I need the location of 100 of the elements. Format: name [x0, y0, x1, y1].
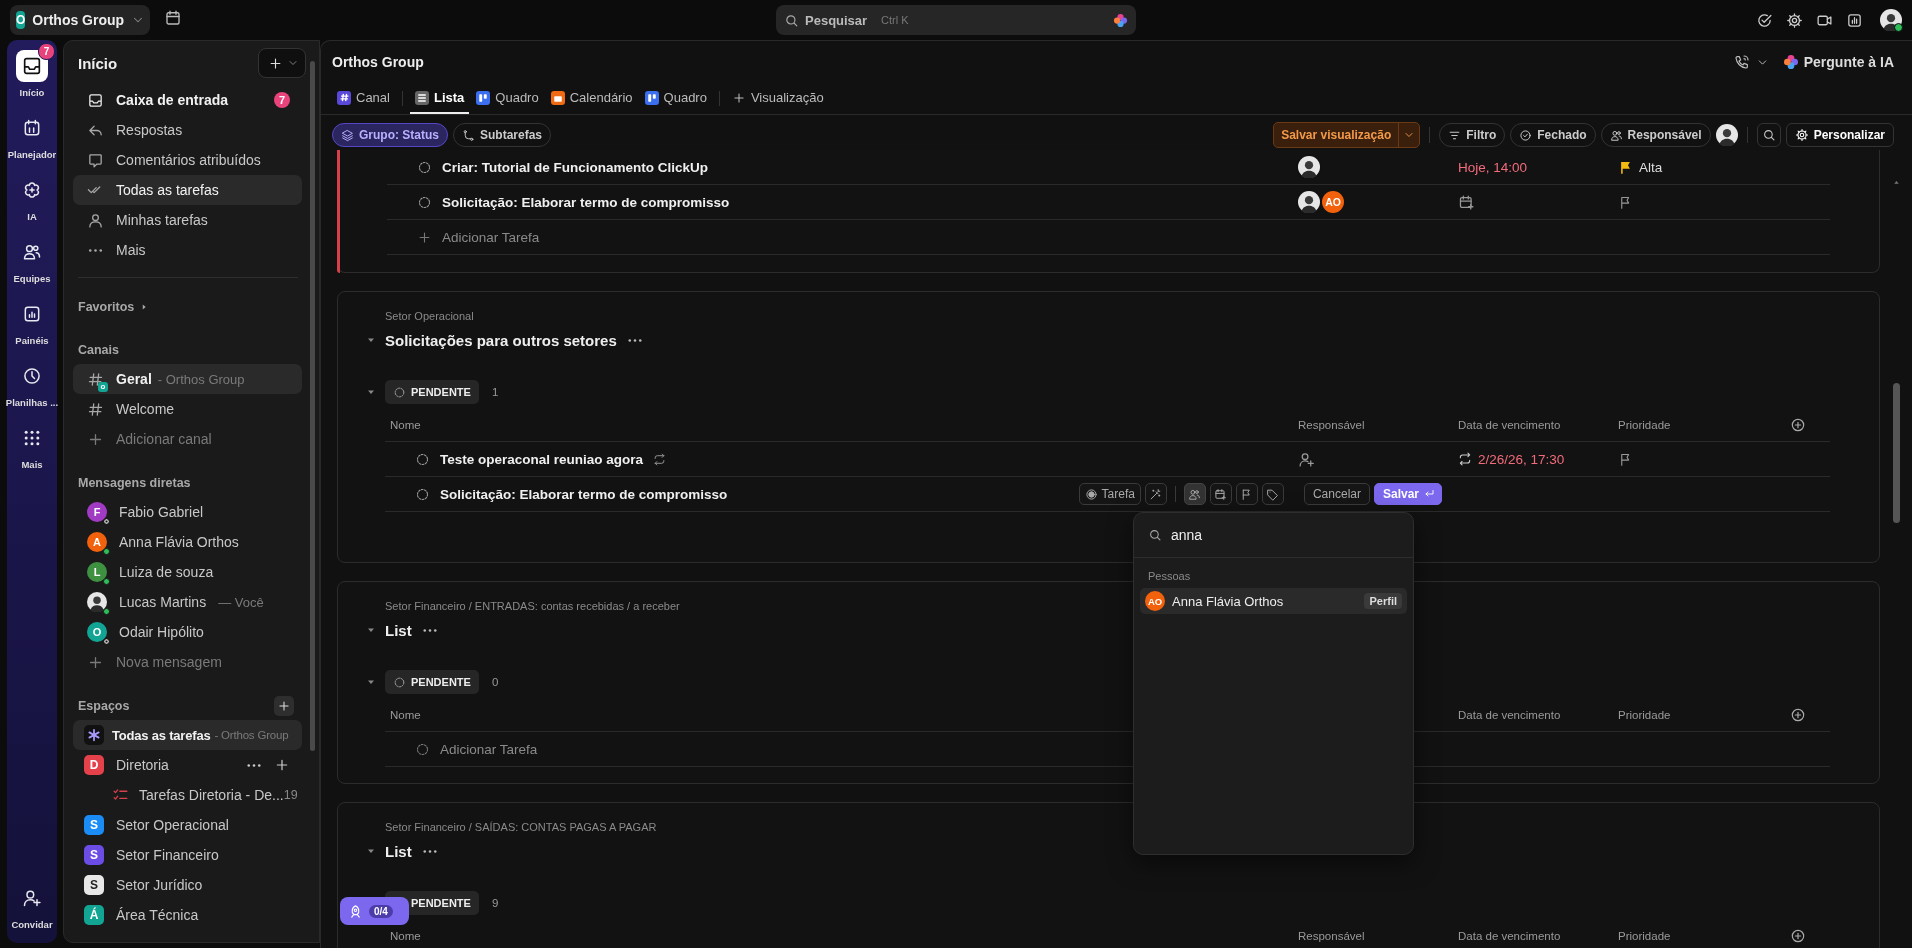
- task-count: 0: [491, 676, 499, 688]
- space-item[interactable]: S Setor Operacional: [73, 810, 302, 840]
- column-header: Prioridade: [1618, 708, 1671, 721]
- list-title: List: [385, 621, 412, 639]
- nav-item[interactable]: Caixa de entrada 7: [73, 85, 302, 115]
- space-item[interactable]: Á Área Técnica: [73, 900, 302, 930]
- view-tab[interactable]: Quadro: [639, 83, 712, 114]
- rail-item[interactable]: Equipes: [7, 236, 57, 285]
- cancel-button[interactable]: Cancelar: [1303, 483, 1370, 505]
- due-date[interactable]: 2/26/26, 17:30: [1478, 451, 1565, 467]
- nav-item[interactable]: Minhas tarefas: [73, 205, 302, 235]
- invite-button[interactable]: Convidar: [7, 882, 57, 931]
- count-badge: 7: [274, 92, 290, 108]
- breadcrumb: Setor Financeiro / SAÍDAS: CONTAS PAGAS A PAGAR: [385, 821, 657, 833]
- space-icon: S: [84, 815, 104, 835]
- search-input[interactable]: Pesquisar: [805, 12, 875, 28]
- due-date[interactable]: Hoje, 14:00: [1458, 159, 1528, 175]
- view-tab[interactable]: Canal: [332, 83, 395, 114]
- workspace-name: Orthos Group: [32, 12, 125, 28]
- rail-item[interactable]: 7 Início: [7, 42, 57, 99]
- column-header: Prioridade: [1618, 929, 1671, 942]
- customize-button[interactable]: Personalizar: [1785, 123, 1894, 147]
- rail-item[interactable]: Planilhas ...: [7, 360, 57, 409]
- priority-label: Alta: [1639, 159, 1663, 175]
- column-header: Prioridade: [1618, 418, 1671, 431]
- search-field[interactable]: anna: [1171, 527, 1371, 543]
- breadcrumb: Setor Operacional: [385, 310, 474, 322]
- space-item[interactable]: S Setor Jurídico: [73, 870, 302, 900]
- shortcut-hint: Ctrl K: [881, 14, 910, 26]
- direct-message-item[interactable]: F Fabio Gabriel: [73, 497, 302, 527]
- workspace-switcher[interactable]: O Orthos Group: [10, 5, 150, 35]
- list-item[interactable]: Tarefas Diretoria - De...19: [73, 780, 302, 810]
- avatar: AO: [1145, 591, 1165, 611]
- add-task-button[interactable]: Adicionar Tarefa: [387, 220, 1830, 255]
- avatar: L: [87, 562, 107, 582]
- group-label: Pessoas: [1148, 570, 1191, 582]
- column-header: Responsável: [1298, 929, 1365, 942]
- task-name[interactable]: Solicitação: Elaborar termo de compromisso: [442, 194, 730, 210]
- column-header: Nome: [390, 418, 421, 431]
- onboarding-toast[interactable]: 0/4: [340, 897, 409, 925]
- space-icon: S: [84, 845, 104, 865]
- section-heading: Espaços: [78, 699, 130, 713]
- space-item[interactable]: Todas as tarefas - Orthos Group: [73, 720, 302, 750]
- task-name[interactable]: Teste operaconal reuniao agora: [440, 451, 644, 467]
- space-item[interactable]: S Setor Financeiro: [73, 840, 302, 870]
- task-count: 9: [491, 897, 499, 909]
- avatar: A: [87, 532, 107, 552]
- task-name[interactable]: Criar: Tutorial de Funcionamento ClickUp: [442, 159, 709, 175]
- direct-message-item[interactable]: Lucas Martins — Você: [73, 587, 302, 617]
- avatar: AO: [1322, 191, 1344, 213]
- view-tab[interactable]: Calendário: [545, 83, 638, 114]
- direct-message-item[interactable]: A Anna Flávia Orthos: [73, 527, 302, 557]
- sidebar-title: Início: [78, 54, 118, 72]
- column-header: Data de vencimento: [1458, 708, 1561, 721]
- save-view-button[interactable]: Salvar visualização: [1273, 122, 1421, 148]
- nav-item[interactable]: Respostas: [73, 115, 302, 145]
- avatar: F: [87, 502, 107, 522]
- list-title: Solicitações para outros setores: [385, 331, 617, 349]
- column-header: Data de vencimento: [1458, 929, 1561, 942]
- space-item[interactable]: D Diretoria: [73, 750, 302, 780]
- status-badge[interactable]: PENDENTE: [385, 380, 479, 404]
- channel-item[interactable]: Welcome: [73, 394, 302, 424]
- direct-message-item[interactable]: L Luiza de souza: [73, 557, 302, 587]
- save-button[interactable]: Salvar: [1373, 483, 1442, 505]
- nav-item[interactable]: Mais: [73, 235, 302, 265]
- new-message-button[interactable]: Nova mensagem: [73, 647, 302, 677]
- nav-item[interactable]: Todas as tarefas: [73, 175, 302, 205]
- person-option[interactable]: AO Anna Flávia Orthos Perfil: [1140, 588, 1407, 614]
- space-icon: Á: [84, 905, 104, 925]
- channel-item[interactable]: o Geral - Orthos Group: [73, 364, 302, 394]
- rail-item[interactable]: Mais: [7, 422, 57, 471]
- space-icon: S: [84, 875, 104, 895]
- task-type-button[interactable]: Tarefa: [1078, 483, 1141, 505]
- rail-item[interactable]: IA: [7, 174, 57, 223]
- add-channel-button[interactable]: Adicionar canal: [73, 424, 302, 454]
- workspace-badge: o: [98, 381, 108, 392]
- ask-ai-button[interactable]: Pergunte à IA: [1782, 54, 1894, 70]
- nav-item[interactable]: Comentários atribuídos: [73, 145, 302, 175]
- view-tab[interactable]: Lista: [409, 83, 470, 114]
- section-heading: Mensagens diretas: [78, 476, 191, 490]
- status-badge[interactable]: PENDENTE: [385, 670, 479, 694]
- list-title: List: [385, 842, 412, 860]
- task-name-field[interactable]: Solicitação: Elaborar termo de compromisso: [440, 486, 728, 502]
- column-header: Data de vencimento: [1458, 418, 1561, 431]
- space-icon: D: [84, 755, 104, 775]
- avatar: O: [87, 622, 107, 642]
- direct-message-item[interactable]: O Odair Hipólito: [73, 617, 302, 647]
- column-header: Nome: [390, 708, 421, 721]
- rail-item[interactable]: Painéis: [7, 298, 57, 347]
- task-count: 1: [491, 386, 499, 398]
- workspace-logo: O: [16, 11, 26, 29]
- profile-button[interactable]: Perfil: [1364, 593, 1402, 609]
- add-view-button[interactable]: Visualização: [726, 83, 829, 114]
- section-heading: Canais: [78, 343, 119, 357]
- favorites-toggle[interactable]: Favoritos: [73, 293, 306, 321]
- notification-badge: 7: [38, 43, 55, 60]
- column-header: Nome: [390, 929, 421, 942]
- rail-item[interactable]: Planejador: [7, 112, 57, 161]
- view-tab[interactable]: Quadro: [471, 83, 544, 114]
- group-by-button[interactable]: Grupo: Status: [332, 123, 448, 147]
